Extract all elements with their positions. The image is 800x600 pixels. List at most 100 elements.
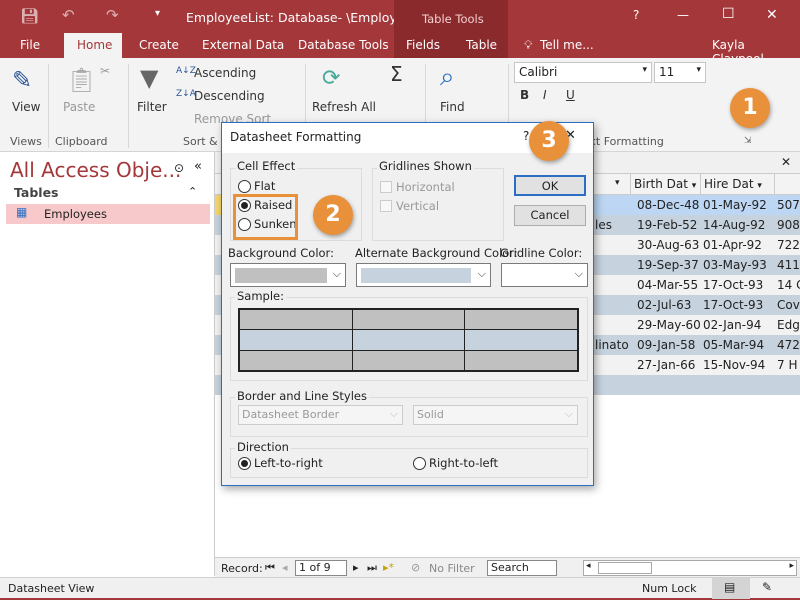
first-record-button[interactable]: ⏮︎ <box>265 561 275 575</box>
minimize-button[interactable]: — <box>677 8 689 22</box>
customize-qat-icon[interactable]: ▾ <box>155 8 160 19</box>
tab-table[interactable]: Table <box>466 38 497 52</box>
border-select[interactable]: Datasheet Border ⌵ <box>238 405 403 425</box>
italic-button[interactable]: I <box>543 88 547 102</box>
column-header-birth-date[interactable]: Birth Dat ▾ <box>630 174 700 195</box>
line-style-select[interactable]: Solid ⌵ <box>413 405 578 425</box>
tell-me-input[interactable]: Tell me... <box>540 38 594 52</box>
current-record-field[interactable]: 1 of 9 <box>295 560 347 576</box>
font-name-select[interactable]: Calibri ▾ <box>514 62 652 83</box>
cut-icon[interactable]: ✂ <box>100 64 110 78</box>
radio-left-to-right[interactable] <box>238 457 251 470</box>
ascending-button[interactable]: Ascending <box>194 66 256 80</box>
radio-right-to-left[interactable] <box>413 457 426 470</box>
cell-hire-date[interactable]: 02-Jan-94 <box>703 318 761 332</box>
design-view-icon[interactable]: ✎ <box>762 580 772 594</box>
column-dropdown-icon[interactable]: ▾ <box>615 178 620 188</box>
close-document-icon[interactable]: ✕ <box>781 155 791 169</box>
cell-birth-date[interactable]: 08-Dec-48 <box>637 198 699 212</box>
cell-address[interactable]: 472 <box>777 338 800 352</box>
cell-partial[interactable]: les <box>595 218 612 232</box>
filter-status-button[interactable]: No Filter <box>429 562 475 575</box>
cell-hire-date[interactable]: 17-Oct-93 <box>703 298 763 312</box>
new-record-button[interactable]: ▸* <box>383 561 394 574</box>
cell-partial[interactable]: linato <box>595 338 629 352</box>
column-header-hire-date[interactable]: Hire Dat ▾ <box>700 174 775 195</box>
tab-fields[interactable]: Fields <box>406 38 440 52</box>
cell-hire-date[interactable]: 14-Aug-92 <box>703 218 765 232</box>
cell-hire-date[interactable]: 15-Nov-94 <box>703 358 765 372</box>
nav-section-tables[interactable]: Tables <box>14 185 59 200</box>
find-button[interactable]: Find <box>440 100 465 114</box>
datasheet-view-button[interactable]: ▤ <box>712 578 750 599</box>
section-collapse-icon[interactable]: ⌃ <box>188 185 197 198</box>
totals-icon[interactable]: Σ <box>390 62 403 86</box>
redo-icon[interactable]: ↷ <box>106 6 119 24</box>
search-input[interactable]: Search <box>487 560 557 576</box>
vertical-checkbox[interactable] <box>380 200 392 212</box>
cell-birth-date[interactable]: 02-Jul-63 <box>637 298 691 312</box>
cell-address[interactable]: 7 H <box>777 358 797 372</box>
cell-hire-date[interactable]: 17-Oct-93 <box>703 278 763 292</box>
cell-address[interactable]: Cov <box>777 298 800 312</box>
nav-collapse-icon[interactable]: « <box>194 159 202 174</box>
next-record-button[interactable]: ▸ <box>353 561 359 574</box>
ok-button[interactable]: OK <box>514 175 586 196</box>
paste-button[interactable]: Paste <box>63 100 95 114</box>
save-icon[interactable]: 💾︎ <box>20 7 39 25</box>
scroll-left-icon[interactable]: ◂ <box>586 561 591 571</box>
underline-button[interactable]: U <box>566 88 575 102</box>
cell-address[interactable]: 14 C <box>777 278 800 292</box>
nav-item-employees[interactable]: ▦ Employees <box>6 204 210 224</box>
cell-hire-date[interactable]: 05-Mar-94 <box>703 338 764 352</box>
tab-database-tools[interactable]: Database Tools <box>298 38 389 52</box>
cell-birth-date[interactable]: 27-Jan-66 <box>637 358 695 372</box>
maximize-button[interactable]: ☐ <box>722 6 735 22</box>
cell-birth-date[interactable]: 04-Mar-55 <box>637 278 698 292</box>
previous-record-button[interactable]: ◂ <box>282 561 288 574</box>
nav-item-label: Employees <box>44 207 107 221</box>
radio-flat[interactable] <box>238 180 251 193</box>
tab-home[interactable]: Home <box>77 38 112 52</box>
descending-button[interactable]: Descending <box>194 89 265 103</box>
scroll-right-icon[interactable]: ▸ <box>789 561 794 571</box>
refresh-button[interactable]: Refresh All <box>312 100 376 114</box>
view-icon: ✎ <box>12 66 33 94</box>
cell-address[interactable]: Edg <box>777 318 800 332</box>
cell-hire-date[interactable]: 01-May-92 <box>703 198 767 212</box>
horizontal-checkbox[interactable] <box>380 181 392 193</box>
text-formatting-launcher-icon[interactable]: ⇲ <box>744 136 752 146</box>
alternate-background-color-select[interactable]: ⌵ <box>356 263 491 287</box>
view-button[interactable]: View <box>12 100 40 114</box>
cell-birth-date[interactable]: 09-Jan-58 <box>637 338 695 352</box>
horizontal-scrollbar[interactable]: ◂ ▸ <box>583 560 797 576</box>
nav-dropdown-icon[interactable]: ⊙ <box>174 161 184 175</box>
cell-address[interactable]: 908 <box>777 218 800 232</box>
nav-pane-title[interactable]: All Access Obje... <box>10 158 181 182</box>
cell-address[interactable]: 722 <box>777 238 800 252</box>
title-bar: 💾︎ ↶ ↷ ▾ EmployeeList: Database- \Employ… <box>0 0 800 66</box>
cell-birth-date[interactable]: 29-May-60 <box>637 318 701 332</box>
help-button[interactable]: ? <box>633 8 639 22</box>
gridline-color-select[interactable]: ⌵ <box>501 263 588 287</box>
last-record-button[interactable]: ⏭︎ <box>367 561 377 575</box>
close-button[interactable]: ✕ <box>766 7 778 23</box>
cell-address[interactable]: 507 <box>777 198 800 212</box>
undo-icon[interactable]: ↶ <box>62 6 75 24</box>
cell-hire-date[interactable]: 01-Apr-92 <box>703 238 762 252</box>
tab-create[interactable]: Create <box>139 38 179 52</box>
bold-button[interactable]: B <box>520 88 529 102</box>
cancel-button[interactable]: Cancel <box>514 205 586 226</box>
cell-birth-date[interactable]: 19-Sep-37 <box>637 258 699 272</box>
filter-button[interactable]: Filter <box>137 100 167 114</box>
cell-birth-date[interactable]: 30-Aug-63 <box>637 238 699 252</box>
cell-birth-date[interactable]: 19-Feb-52 <box>637 218 697 232</box>
scrollbar-thumb[interactable] <box>598 562 652 574</box>
font-size-select[interactable]: 11 ▾ <box>654 62 706 83</box>
background-color-select[interactable]: ⌵ <box>230 263 346 287</box>
tab-file[interactable]: File <box>20 38 40 52</box>
tab-external-data[interactable]: External Data <box>202 38 284 52</box>
sample-grid <box>238 308 579 372</box>
cell-address[interactable]: 411 <box>777 258 800 272</box>
cell-hire-date[interactable]: 03-May-93 <box>703 258 767 272</box>
